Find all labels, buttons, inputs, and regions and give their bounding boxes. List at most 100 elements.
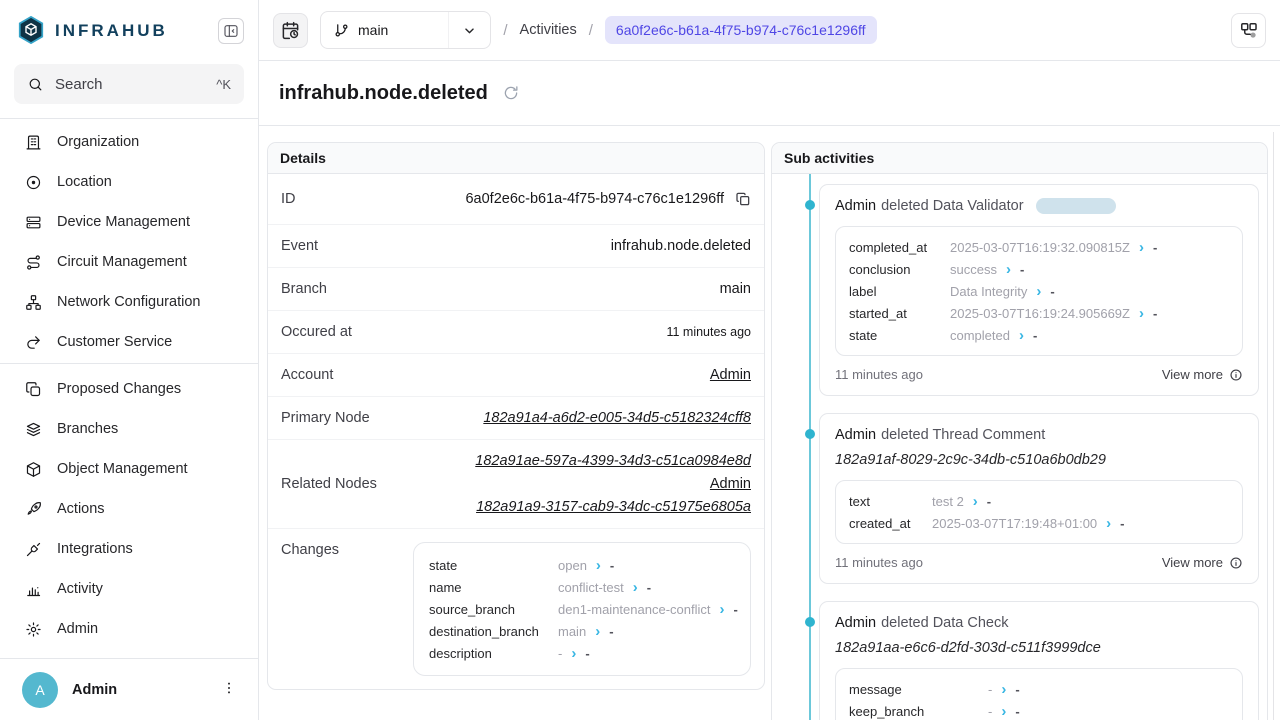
- route-icon: [25, 254, 42, 271]
- activity-properties: text test 2 › - created_at 2025-03-07T17…: [835, 480, 1243, 544]
- sidebar-group-main: Proposed Changes Branches Object Managem…: [0, 364, 258, 658]
- changes-box: state open › - name conflict-test › -: [413, 542, 751, 676]
- rocket-icon: [25, 501, 42, 518]
- branch-selector[interactable]: main: [320, 11, 491, 49]
- chevron-right-icon: ›: [1139, 240, 1144, 255]
- sidebar-item-branches[interactable]: Branches: [0, 409, 258, 449]
- main-area: main / Activities / 6a0f2e6c-b61a-4f75-b…: [259, 0, 1280, 720]
- info-icon: [1229, 556, 1243, 570]
- activity-time: 11 minutes ago: [835, 555, 923, 570]
- activity-card-data-validator: Admin deleted Data Validator completed_a…: [819, 184, 1259, 396]
- breadcrumb-separator: /: [503, 22, 507, 39]
- sidebar-item-admin[interactable]: Admin: [0, 609, 258, 649]
- sidebar-item-label: Circuit Management: [57, 254, 187, 270]
- sidebar-item-proposed-changes[interactable]: Proposed Changes: [0, 369, 258, 409]
- chevron-right-icon: ›: [1019, 328, 1024, 343]
- refresh-icon: [502, 84, 520, 102]
- sidebar-item-integrations[interactable]: Integrations: [0, 529, 258, 569]
- sidebar-item-location[interactable]: Location: [0, 162, 258, 202]
- breadcrumb-activity-id[interactable]: 6a0f2e6c-b61a-4f75-b974-c76c1e1296ff: [605, 16, 877, 44]
- search-input[interactable]: Search ^K: [14, 64, 244, 104]
- activity-time: 11 minutes ago: [835, 367, 923, 382]
- chevron-right-icon: ›: [1139, 306, 1144, 321]
- detail-row-related-nodes: Related Nodes 182a91ae-597a-4399-34d3-c5…: [268, 440, 764, 529]
- related-node-link[interactable]: 182a91a9-3157-cab9-34dc-c51975e6805a: [476, 499, 751, 515]
- chevron-right-icon: ›: [571, 646, 576, 661]
- sidebar-item-object-management[interactable]: Object Management: [0, 449, 258, 489]
- refresh-button[interactable]: [502, 84, 520, 102]
- chevron-right-icon: ›: [1036, 284, 1041, 299]
- timeline-dot: [805, 617, 815, 627]
- network-icon: [25, 294, 42, 311]
- detail-label: Related Nodes: [281, 476, 377, 492]
- primary-node-link[interactable]: 182a91a4-a6d2-e005-34d5-c5182324cff8: [483, 410, 751, 426]
- search-icon: [27, 76, 44, 93]
- server-icon: [25, 214, 42, 231]
- content-area: Details ID 6a0f2e6c-b61a-4f75-b974-c76c1…: [259, 126, 1280, 720]
- detail-value-id: 6a0f2e6c-b61a-4f75-b974-c76c1e1296ff: [465, 191, 724, 207]
- collapse-sidebar-button[interactable]: [218, 18, 244, 44]
- branch-name: main: [358, 22, 388, 38]
- timeline-dot: [805, 429, 815, 439]
- detail-label: Occured at: [281, 324, 352, 340]
- bar-chart-icon: [25, 581, 42, 598]
- sidebar-item-organization[interactable]: Organization: [0, 122, 258, 162]
- view-more-button[interactable]: View more: [1162, 367, 1243, 382]
- property-row-state: state open › -: [429, 554, 735, 576]
- detail-row-primary-node: Primary Node 182a91a4-a6d2-e005-34d5-c51…: [268, 397, 764, 440]
- avatar: A: [22, 672, 58, 708]
- account-link[interactable]: Admin: [710, 367, 751, 383]
- gear-icon: [25, 621, 42, 638]
- detail-row-occured-at: Occured at 11 minutes ago: [268, 311, 764, 354]
- property-row-keep-branch: keep_branch - › -: [849, 700, 1229, 720]
- time-travel-button[interactable]: [273, 13, 308, 48]
- activity-footer: 11 minutes ago View more: [835, 367, 1243, 382]
- sidebar: INFRAHUB Search ^K Organization Locatio: [0, 0, 259, 720]
- activity-properties: completed_at 2025-03-07T16:19:32.090815Z…: [835, 226, 1243, 356]
- chevron-right-icon: ›: [633, 580, 638, 595]
- activity-object-id: 182a91af-8029-2c9c-34db-c510a6b0db29: [835, 452, 1243, 468]
- sub-activities-header: Sub activities: [772, 143, 1267, 174]
- sidebar-item-customer-service[interactable]: Customer Service: [0, 322, 258, 362]
- chevron-right-icon: ›: [1006, 262, 1011, 277]
- related-node-link[interactable]: 182a91ae-597a-4399-34d3-c51ca0984e8d: [475, 453, 751, 469]
- property-row-name: name conflict-test › -: [429, 576, 735, 598]
- plug-icon: [25, 541, 42, 558]
- panel-left-icon: [223, 23, 239, 39]
- search-placeholder: Search: [55, 76, 103, 93]
- sidebar-item-device-management[interactable]: Device Management: [0, 202, 258, 242]
- user-menu-button[interactable]: [218, 679, 240, 701]
- activity-object-id: 182a91aa-e6c6-d2fd-303d-c511f3999dce: [835, 640, 1243, 656]
- scrollbar-track[interactable]: [1273, 132, 1274, 720]
- location-icon: [25, 174, 42, 191]
- building-icon: [25, 134, 42, 151]
- property-row-state: state completed › -: [849, 324, 1229, 346]
- breadcrumb-activities[interactable]: Activities: [520, 22, 577, 38]
- chevron-right-icon: ›: [719, 602, 724, 617]
- sidebar-item-label: Integrations: [57, 541, 133, 557]
- sidebar-item-actions[interactable]: Actions: [0, 489, 258, 529]
- loading-skeleton: [1036, 198, 1116, 214]
- copy-button[interactable]: [735, 191, 751, 207]
- calendar-clock-icon: [281, 21, 300, 40]
- page-header: infrahub.node.deleted: [259, 61, 1280, 126]
- sidebar-group-schema: Organization Location Device Management …: [0, 119, 258, 363]
- schema-visualizer-button[interactable]: [1231, 13, 1266, 48]
- related-node-link[interactable]: Admin: [710, 476, 751, 492]
- sidebar-item-label: Actions: [57, 501, 105, 517]
- info-icon: [1229, 368, 1243, 382]
- view-more-button[interactable]: View more: [1162, 555, 1243, 570]
- sidebar-item-network-configuration[interactable]: Network Configuration: [0, 282, 258, 322]
- topbar: main / Activities / 6a0f2e6c-b61a-4f75-b…: [259, 0, 1280, 61]
- timeline-line: [809, 174, 811, 720]
- sidebar-item-label: Customer Service: [57, 334, 172, 350]
- cube-icon: [25, 461, 42, 478]
- brand-name: INFRAHUB: [55, 21, 168, 41]
- detail-label: Event: [281, 238, 318, 254]
- user-menu: A Admin: [0, 658, 258, 720]
- sidebar-item-activity[interactable]: Activity: [0, 569, 258, 609]
- detail-label: Branch: [281, 281, 327, 297]
- sidebar-item-circuit-management[interactable]: Circuit Management: [0, 242, 258, 282]
- chevron-right-icon: ›: [595, 624, 600, 639]
- details-panel-header: Details: [268, 143, 764, 174]
